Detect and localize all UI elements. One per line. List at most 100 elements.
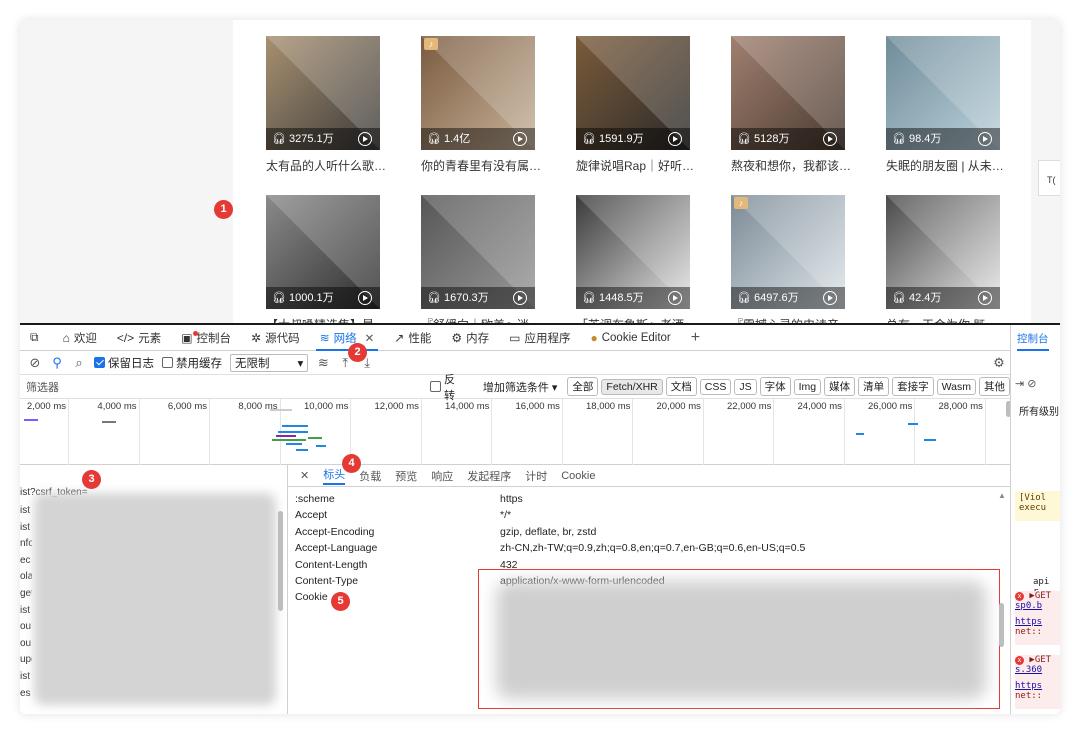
preserve-log-checkbox[interactable]: 保留日志: [94, 355, 154, 371]
request-row[interactable]: nfo: [20, 538, 32, 549]
scroll-up-icon[interactable]: ▲: [998, 491, 1006, 500]
request-row[interactable]: ec: [20, 555, 32, 566]
playlist-cover[interactable]: ♪ 🎧︎ 1.4亿: [421, 36, 535, 150]
playlist-cover[interactable]: 🎧︎ 1670.3万: [421, 195, 535, 309]
playlist-cover[interactable]: 🎧︎ 5128万: [731, 36, 845, 150]
tab-welcome[interactable]: ⌂ 欢迎: [53, 325, 107, 351]
playlist-cover[interactable]: 🎧︎ 98.4万: [886, 36, 1000, 150]
playlist-title[interactable]: 『舒缓向｜欧美』迷…: [421, 316, 545, 323]
playlist-title[interactable]: 旋律说唱Rap｜好听…: [576, 157, 700, 174]
tab-cookie-editor[interactable]: ● Cookie Editor: [580, 325, 680, 351]
detail-tab[interactable]: 预览: [395, 468, 417, 484]
tab-console[interactable]: ▣ 控制台: [171, 325, 241, 351]
detail-tab[interactable]: Cookie: [561, 470, 595, 482]
filter-icon[interactable]: ⚲: [50, 355, 64, 371]
wifi-settings-icon[interactable]: ≋: [316, 355, 330, 371]
console-error[interactable]: x ▶GET s.360 https net::: [1015, 655, 1060, 709]
log-levels[interactable]: 所有级别: [1019, 403, 1059, 418]
request-list-scrollbar[interactable]: [278, 511, 283, 611]
tab-performance[interactable]: ↗ 性能: [384, 325, 441, 351]
request-row[interactable]: ou: [20, 621, 32, 632]
playlist-cover[interactable]: 🎧︎ 1000.1万: [266, 195, 380, 309]
detail-tab[interactable]: 响应: [431, 468, 453, 484]
playlist-title[interactable]: 熬夜和想你，我都该…: [731, 157, 855, 174]
play-icon[interactable]: [823, 132, 837, 146]
console-error[interactable]: x ▶GET sp0.b https net::: [1015, 591, 1060, 645]
details-scrollbar[interactable]: [999, 603, 1004, 647]
playlist-card[interactable]: 🎧︎1448.5万「英调布鲁斯」老酒…: [576, 195, 696, 323]
sidebar-toggle-icon[interactable]: ⇥ ⊘: [1015, 377, 1037, 390]
more-filters-button[interactable]: 增加筛选条件 ▾: [479, 379, 562, 395]
playlist-cover[interactable]: ♪ 🎧︎ 6497.6万: [731, 195, 845, 309]
request-row[interactable]: ist: [20, 671, 32, 682]
invert-checkbox[interactable]: 反转: [430, 371, 464, 403]
request-row[interactable]: ist: [20, 522, 32, 533]
console-tab[interactable]: 控制台: [1017, 331, 1049, 351]
playlist-card[interactable]: 🎧︎ 3275.1万 太有品的人听什么歌…: [266, 36, 386, 174]
filter-chip[interactable]: Fetch/XHR: [601, 378, 663, 395]
side-float-tab[interactable]: T(: [1038, 160, 1060, 196]
filter-chip[interactable]: JS: [734, 378, 757, 395]
throttle-select[interactable]: 无限制 ▾: [230, 353, 309, 372]
playlist-title[interactable]: 「英调布鲁斯」老酒…: [576, 316, 700, 323]
playlist-card[interactable]: ♪🎧︎6497.6万『震撼心灵的史诗音…: [731, 195, 851, 323]
clear-icon[interactable]: ⊘: [28, 355, 42, 371]
checkbox-checked[interactable]: [94, 357, 105, 368]
playlist-card[interactable]: 🎧︎ 5128万 熬夜和想你，我都该…: [731, 36, 851, 174]
play-icon[interactable]: [513, 291, 527, 305]
error-link[interactable]: https: [1015, 617, 1060, 627]
playlist-title[interactable]: 你的青春里有没有属…: [421, 157, 545, 174]
filter-chip[interactable]: 媒体: [824, 377, 856, 396]
detail-tab[interactable]: 负载: [359, 468, 381, 484]
detail-tab[interactable]: 标头: [323, 466, 346, 485]
playlist-cover[interactable]: 🎧︎ 42.4万: [886, 195, 1000, 309]
request-row[interactable]: ou: [20, 638, 32, 649]
close-tab-icon[interactable]: ✕: [365, 331, 375, 345]
request-row[interactable]: ist: [20, 505, 32, 516]
request-row[interactable]: get: [20, 588, 32, 599]
playlist-title[interactable]: 【大叔嗓精选集】最…: [266, 316, 390, 323]
playlist-card[interactable]: ♪ 🎧︎ 1.4亿 你的青春里有没有属…: [421, 36, 541, 174]
error-link[interactable]: sp0.b: [1015, 601, 1060, 611]
playlist-title[interactable]: 失眠的朋友圈 | 从未…: [886, 157, 1010, 174]
tab-network[interactable]: ≋ 网络 ✕: [310, 325, 385, 351]
request-row[interactable]: upd: [20, 654, 32, 665]
play-icon[interactable]: [823, 291, 837, 305]
request-row[interactable]: ola: [20, 571, 32, 582]
request-row[interactable]: es: [20, 688, 32, 699]
playlist-card[interactable]: 🎧︎1670.3万『舒缓向｜欧美』迷…: [421, 195, 541, 323]
add-tab-button[interactable]: +: [681, 325, 710, 351]
request-row[interactable]: ist: [20, 605, 32, 616]
filter-input[interactable]: 筛选器: [20, 379, 430, 395]
tab-sources[interactable]: ✲ 源代码: [241, 325, 310, 351]
playlist-title[interactable]: 太有品的人听什么歌…: [266, 157, 390, 174]
checkbox-unchecked[interactable]: [430, 381, 441, 392]
network-timeline-overview[interactable]: 2,000 ms 4,000 ms 6,000 ms 8,000 ms 10,000 m…: [20, 399, 1011, 465]
filter-chip[interactable]: Wasm: [936, 378, 976, 395]
tab-device-toggle[interactable]: ⧉: [20, 325, 53, 351]
disable-cache-checkbox[interactable]: 禁用缓存: [162, 355, 222, 371]
filter-chip[interactable]: 字体: [759, 377, 791, 396]
close-details-icon[interactable]: ✕: [300, 469, 309, 482]
playlist-card[interactable]: 🎧︎1000.1万【大叔嗓精选集】最…: [266, 195, 386, 323]
play-icon[interactable]: [978, 291, 992, 305]
detail-tab[interactable]: 计时: [525, 468, 547, 484]
playlist-cover[interactable]: 🎧︎ 1591.9万: [576, 36, 690, 150]
play-icon[interactable]: [668, 132, 682, 146]
playlist-card[interactable]: 🎧︎ 98.4万 失眠的朋友圈 | 从未…: [886, 36, 1004, 174]
error-link[interactable]: https: [1015, 681, 1060, 691]
play-icon[interactable]: [358, 291, 372, 305]
checkbox-unchecked[interactable]: [162, 357, 173, 368]
playlist-card[interactable]: 🎧︎ 1591.9万 旋律说唱Rap｜好听…: [576, 36, 694, 174]
settings-gear-icon[interactable]: ⚙: [992, 355, 1006, 371]
search-icon[interactable]: ⌕: [72, 355, 86, 371]
playlist-title[interactable]: 『震撼心灵的史诗音…: [731, 316, 855, 323]
filter-chip[interactable]: 其他: [979, 377, 1010, 396]
tab-application[interactable]: ▭ 应用程序: [499, 325, 580, 351]
tab-memory[interactable]: ⚙ 内存: [441, 325, 499, 351]
play-icon[interactable]: [358, 132, 372, 146]
play-icon[interactable]: [978, 132, 992, 146]
filter-chip[interactable]: 全部: [567, 377, 599, 396]
filter-chip[interactable]: 清单: [858, 377, 890, 396]
filter-chip[interactable]: 套接字: [892, 377, 934, 396]
